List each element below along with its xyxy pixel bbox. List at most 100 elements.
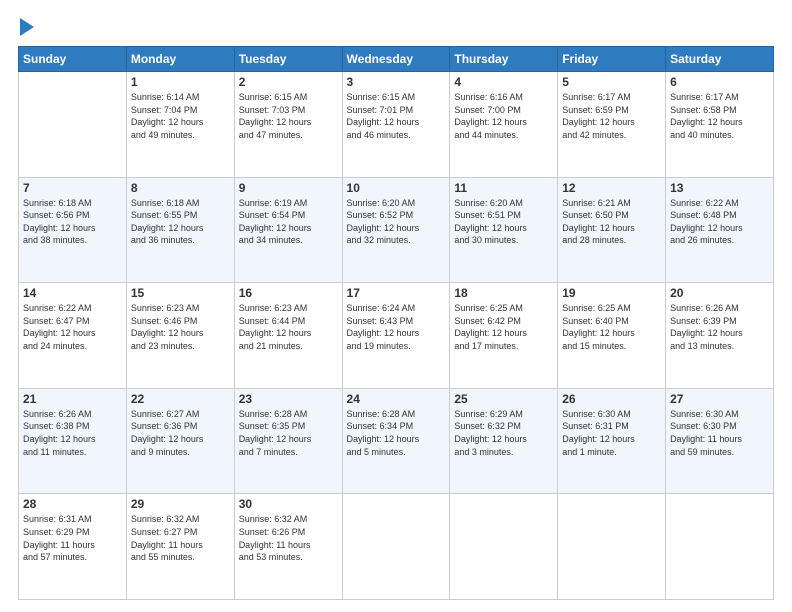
calendar-cell: 11Sunrise: 6:20 AM Sunset: 6:51 PM Dayli… bbox=[450, 177, 558, 283]
day-number: 4 bbox=[454, 75, 553, 89]
calendar-cell: 3 Sunrise: 6:15 AM Sunset: 7:01 PM Daylig… bbox=[342, 72, 450, 178]
calendar-week-row: 14Sunrise: 6:22 AM Sunset: 6:47 PM Dayli… bbox=[19, 283, 774, 389]
day-number: 29 bbox=[131, 497, 230, 511]
calendar-cell bbox=[666, 494, 774, 600]
calendar-day-header: Sunday bbox=[19, 47, 127, 72]
calendar-cell: 6 Sunrise: 6:17 AM Sunset: 6:58 PM Daylig… bbox=[666, 72, 774, 178]
day-info: Sunrise: 6:15 AM Sunset: 7:01 PM Dayligh… bbox=[347, 91, 446, 141]
calendar-cell: 21 Sunrise: 6:26 AM Sunset: 6:38 PM Dayli… bbox=[19, 388, 127, 494]
calendar-cell: 27 Sunrise: 6:30 AM Sunset: 6:30 PM Dayli… bbox=[666, 388, 774, 494]
day-info: Sunrise: 6:23 AM Sunset: 6:46 PM Dayligh… bbox=[131, 302, 230, 352]
day-info: Sunrise: 6:21 AM Sunset: 6:50 PM Dayligh… bbox=[562, 197, 661, 247]
calendar-day-header: Monday bbox=[126, 47, 234, 72]
calendar-cell: 25Sunrise: 6:29 AM Sunset: 6:32 PM Dayli… bbox=[450, 388, 558, 494]
day-number: 9 bbox=[239, 181, 338, 195]
calendar-week-row: 7 Sunrise: 6:18 AM Sunset: 6:56 PM Daylig… bbox=[19, 177, 774, 283]
calendar-day-header: Friday bbox=[558, 47, 666, 72]
day-info: Sunrise: 6:18 AM Sunset: 6:55 PM Dayligh… bbox=[131, 197, 230, 247]
day-number: 3 bbox=[347, 75, 446, 89]
calendar-cell: 24Sunrise: 6:28 AM Sunset: 6:34 PM Dayli… bbox=[342, 388, 450, 494]
calendar-cell: 16Sunrise: 6:23 AM Sunset: 6:44 PM Dayli… bbox=[234, 283, 342, 389]
day-number: 6 bbox=[670, 75, 769, 89]
calendar-cell: 19 Sunrise: 6:25 AM Sunset: 6:40 PM Dayli… bbox=[558, 283, 666, 389]
calendar-cell: 5 Sunrise: 6:17 AM Sunset: 6:59 PM Daylig… bbox=[558, 72, 666, 178]
day-number: 10 bbox=[347, 181, 446, 195]
day-number: 18 bbox=[454, 286, 553, 300]
day-info: Sunrise: 6:24 AM Sunset: 6:43 PM Dayligh… bbox=[347, 302, 446, 352]
day-info: Sunrise: 6:17 AM Sunset: 6:58 PM Dayligh… bbox=[670, 91, 769, 141]
calendar-cell: 29 Sunrise: 6:32 AM Sunset: 6:27 PM Dayli… bbox=[126, 494, 234, 600]
day-number: 1 bbox=[131, 75, 230, 89]
calendar-cell: 9 Sunrise: 6:19 AM Sunset: 6:54 PM Daylig… bbox=[234, 177, 342, 283]
day-number: 28 bbox=[23, 497, 122, 511]
calendar-cell: 4 Sunrise: 6:16 AM Sunset: 7:00 PM Daylig… bbox=[450, 72, 558, 178]
calendar-day-header: Wednesday bbox=[342, 47, 450, 72]
calendar-cell: 23 Sunrise: 6:28 AM Sunset: 6:35 PM Dayli… bbox=[234, 388, 342, 494]
day-info: Sunrise: 6:17 AM Sunset: 6:59 PM Dayligh… bbox=[562, 91, 661, 141]
day-info: Sunrise: 6:27 AM Sunset: 6:36 PM Dayligh… bbox=[131, 408, 230, 458]
day-info: Sunrise: 6:16 AM Sunset: 7:00 PM Dayligh… bbox=[454, 91, 553, 141]
day-info: Sunrise: 6:30 AM Sunset: 6:31 PM Dayligh… bbox=[562, 408, 661, 458]
day-number: 20 bbox=[670, 286, 769, 300]
day-number: 7 bbox=[23, 181, 122, 195]
calendar-cell bbox=[19, 72, 127, 178]
day-number: 8 bbox=[131, 181, 230, 195]
day-number: 21 bbox=[23, 392, 122, 406]
day-info: Sunrise: 6:26 AM Sunset: 6:39 PM Dayligh… bbox=[670, 302, 769, 352]
day-info: Sunrise: 6:32 AM Sunset: 6:26 PM Dayligh… bbox=[239, 513, 338, 563]
calendar-cell: 30Sunrise: 6:32 AM Sunset: 6:26 PM Dayli… bbox=[234, 494, 342, 600]
day-info: Sunrise: 6:32 AM Sunset: 6:27 PM Dayligh… bbox=[131, 513, 230, 563]
calendar-cell: 14Sunrise: 6:22 AM Sunset: 6:47 PM Dayli… bbox=[19, 283, 127, 389]
calendar-cell bbox=[342, 494, 450, 600]
day-number: 26 bbox=[562, 392, 661, 406]
calendar-cell: 20 Sunrise: 6:26 AM Sunset: 6:39 PM Dayli… bbox=[666, 283, 774, 389]
day-number: 5 bbox=[562, 75, 661, 89]
day-number: 19 bbox=[562, 286, 661, 300]
calendar-cell: 1Sunrise: 6:14 AM Sunset: 7:04 PM Daylig… bbox=[126, 72, 234, 178]
calendar-cell: 10 Sunrise: 6:20 AM Sunset: 6:52 PM Dayli… bbox=[342, 177, 450, 283]
day-info: Sunrise: 6:18 AM Sunset: 6:56 PM Dayligh… bbox=[23, 197, 122, 247]
day-number: 17 bbox=[347, 286, 446, 300]
calendar-cell: 8 Sunrise: 6:18 AM Sunset: 6:55 PM Daylig… bbox=[126, 177, 234, 283]
day-info: Sunrise: 6:28 AM Sunset: 6:35 PM Dayligh… bbox=[239, 408, 338, 458]
day-number: 23 bbox=[239, 392, 338, 406]
calendar-cell bbox=[558, 494, 666, 600]
calendar-week-row: 1Sunrise: 6:14 AM Sunset: 7:04 PM Daylig… bbox=[19, 72, 774, 178]
calendar-cell: 12 Sunrise: 6:21 AM Sunset: 6:50 PM Dayli… bbox=[558, 177, 666, 283]
calendar-cell: 28 Sunrise: 6:31 AM Sunset: 6:29 PM Dayli… bbox=[19, 494, 127, 600]
calendar-day-header: Tuesday bbox=[234, 47, 342, 72]
calendar-cell: 22 Sunrise: 6:27 AM Sunset: 6:36 PM Dayli… bbox=[126, 388, 234, 494]
calendar-week-row: 28 Sunrise: 6:31 AM Sunset: 6:29 PM Dayli… bbox=[19, 494, 774, 600]
day-info: Sunrise: 6:30 AM Sunset: 6:30 PM Dayligh… bbox=[670, 408, 769, 458]
day-info: Sunrise: 6:25 AM Sunset: 6:42 PM Dayligh… bbox=[454, 302, 553, 352]
calendar-day-header: Saturday bbox=[666, 47, 774, 72]
day-number: 2 bbox=[239, 75, 338, 89]
day-info: Sunrise: 6:25 AM Sunset: 6:40 PM Dayligh… bbox=[562, 302, 661, 352]
day-number: 22 bbox=[131, 392, 230, 406]
calendar-cell: 18 Sunrise: 6:25 AM Sunset: 6:42 PM Dayli… bbox=[450, 283, 558, 389]
calendar-cell: 17 Sunrise: 6:24 AM Sunset: 6:43 PM Dayli… bbox=[342, 283, 450, 389]
calendar-cell bbox=[450, 494, 558, 600]
logo-arrow-icon bbox=[20, 18, 34, 36]
day-info: Sunrise: 6:19 AM Sunset: 6:54 PM Dayligh… bbox=[239, 197, 338, 247]
day-number: 12 bbox=[562, 181, 661, 195]
day-info: Sunrise: 6:20 AM Sunset: 6:52 PM Dayligh… bbox=[347, 197, 446, 247]
calendar-cell: 2 Sunrise: 6:15 AM Sunset: 7:03 PM Daylig… bbox=[234, 72, 342, 178]
day-info: Sunrise: 6:15 AM Sunset: 7:03 PM Dayligh… bbox=[239, 91, 338, 141]
calendar-cell: 26 Sunrise: 6:30 AM Sunset: 6:31 PM Dayli… bbox=[558, 388, 666, 494]
day-info: Sunrise: 6:26 AM Sunset: 6:38 PM Dayligh… bbox=[23, 408, 122, 458]
page: SundayMondayTuesdayWednesdayThursdayFrid… bbox=[0, 0, 792, 612]
day-number: 27 bbox=[670, 392, 769, 406]
calendar-day-header: Thursday bbox=[450, 47, 558, 72]
day-info: Sunrise: 6:31 AM Sunset: 6:29 PM Dayligh… bbox=[23, 513, 122, 563]
calendar-header-row: SundayMondayTuesdayWednesdayThursdayFrid… bbox=[19, 47, 774, 72]
calendar-cell: 15 Sunrise: 6:23 AM Sunset: 6:46 PM Dayli… bbox=[126, 283, 234, 389]
day-number: 15 bbox=[131, 286, 230, 300]
day-info: Sunrise: 6:29 AM Sunset: 6:32 PM Dayligh… bbox=[454, 408, 553, 458]
day-info: Sunrise: 6:22 AM Sunset: 6:47 PM Dayligh… bbox=[23, 302, 122, 352]
header bbox=[18, 18, 774, 36]
day-info: Sunrise: 6:28 AM Sunset: 6:34 PM Dayligh… bbox=[347, 408, 446, 458]
calendar-cell: 13Sunrise: 6:22 AM Sunset: 6:48 PM Dayli… bbox=[666, 177, 774, 283]
logo bbox=[18, 18, 34, 36]
day-number: 13 bbox=[670, 181, 769, 195]
